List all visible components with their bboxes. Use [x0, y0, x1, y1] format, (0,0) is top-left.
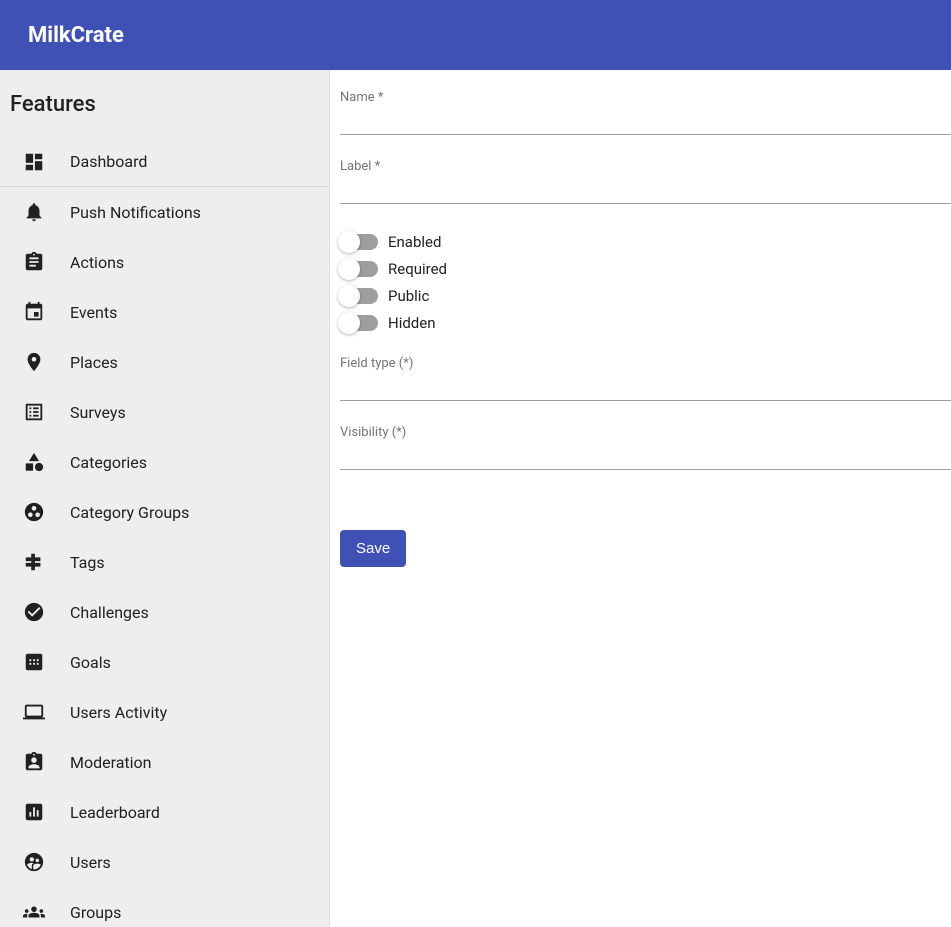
sidebar-item-goals[interactable]: Goals — [0, 637, 329, 687]
sidebar-item-label: Surveys — [70, 403, 126, 422]
toggle-required-row: Required — [340, 255, 951, 282]
sidebar-item-actions[interactable]: Actions — [0, 237, 329, 287]
toggle-public-label: Public — [388, 287, 429, 305]
sidebar-item-label: Categories — [70, 453, 147, 472]
toggle-hidden-switch[interactable] — [340, 315, 378, 331]
laptop-icon — [22, 700, 46, 724]
sidebar-item-surveys[interactable]: Surveys — [0, 387, 329, 437]
sidebar-item-groups[interactable]: Groups — [0, 887, 329, 927]
sidebar-item-label: Push Notifications — [70, 203, 201, 222]
sidebar-item-label: Users — [70, 853, 111, 872]
toggle-enabled-row: Enabled — [340, 228, 951, 255]
sidebar-item-label: Challenges — [70, 603, 149, 622]
assignment-icon — [22, 250, 46, 274]
sidebar-item-label: Category Groups — [70, 503, 189, 522]
sidebar-item-push-notifications[interactable]: Push Notifications — [0, 187, 329, 237]
sidebar-item-label: Leaderboard — [70, 803, 160, 822]
sidebar-item-categories[interactable]: Categories — [0, 437, 329, 487]
sidebar-item-users-activity[interactable]: Users Activity — [0, 687, 329, 737]
field-type-wrapper: Field type (*) — [340, 356, 951, 401]
sidebar-item-category-groups[interactable]: Category Groups — [0, 487, 329, 537]
event-icon — [22, 300, 46, 324]
sidebar-item-events[interactable]: Events — [0, 287, 329, 337]
toggle-required-label: Required — [388, 260, 447, 278]
notifications-icon — [22, 200, 46, 224]
app-brand: MilkCrate — [28, 23, 124, 48]
sidebar-item-dashboard[interactable]: Dashboard — [0, 137, 329, 187]
sidebar-item-label: Moderation — [70, 753, 152, 772]
sidebar-item-challenges[interactable]: Challenges — [0, 587, 329, 637]
label-field-wrapper: Label * — [340, 159, 951, 204]
list-alt-icon — [22, 400, 46, 424]
toggle-hidden-label: Hidden — [388, 314, 436, 332]
sidebar: Features Dashboard Push Notifications Ac… — [0, 70, 330, 927]
sidebar-item-label: Users Activity — [70, 703, 167, 722]
badge-icon — [22, 750, 46, 774]
toggle-enabled-label: Enabled — [388, 233, 441, 251]
sidebar-item-moderation[interactable]: Moderation — [0, 737, 329, 787]
label-input[interactable] — [340, 176, 951, 204]
sidebar-item-label: Goals — [70, 653, 111, 672]
sidebar-section-title: Features — [0, 70, 329, 137]
sidebar-item-leaderboard[interactable]: Leaderboard — [0, 787, 329, 837]
name-field-label: Name * — [340, 90, 951, 105]
sidebar-item-label: Dashboard — [70, 152, 147, 171]
toggles-group: Enabled Required Public Hidden — [340, 228, 951, 336]
dashboard-icon — [22, 150, 46, 174]
toggle-public-row: Public — [340, 282, 951, 309]
field-type-input[interactable] — [340, 373, 951, 401]
check-circle-icon — [22, 600, 46, 624]
sidebar-item-users[interactable]: Users — [0, 837, 329, 887]
score-icon — [22, 650, 46, 674]
toggle-enabled-switch[interactable] — [340, 234, 378, 250]
label-field-label: Label * — [340, 159, 951, 174]
tag-icon — [22, 550, 46, 574]
app-body: Features Dashboard Push Notifications Ac… — [0, 70, 951, 927]
sidebar-item-label: Groups — [70, 903, 121, 922]
toggle-required-switch[interactable] — [340, 261, 378, 277]
leaderboard-icon — [22, 800, 46, 824]
toggle-public-switch[interactable] — [340, 288, 378, 304]
category-icon — [22, 450, 46, 474]
field-type-label: Field type (*) — [340, 356, 951, 371]
sidebar-item-label: Tags — [70, 553, 105, 572]
main-content: Name * Label * Enabled Required Public H… — [330, 70, 951, 927]
place-icon — [22, 350, 46, 374]
supervised-user-icon — [22, 850, 46, 874]
visibility-wrapper: Visibility (*) — [340, 425, 951, 470]
sidebar-item-tags[interactable]: Tags — [0, 537, 329, 587]
visibility-input[interactable] — [340, 442, 951, 470]
group-work-icon — [22, 500, 46, 524]
sidebar-item-places[interactable]: Places — [0, 337, 329, 387]
visibility-label: Visibility (*) — [340, 425, 951, 440]
sidebar-item-label: Events — [70, 303, 117, 322]
sidebar-item-label: Places — [70, 353, 118, 372]
name-field-wrapper: Name * — [340, 90, 951, 135]
name-input[interactable] — [340, 107, 951, 135]
save-button[interactable]: Save — [340, 530, 406, 567]
groups-icon — [22, 900, 46, 924]
sidebar-item-label: Actions — [70, 253, 124, 272]
app-header: MilkCrate — [0, 0, 951, 70]
toggle-hidden-row: Hidden — [340, 309, 951, 336]
